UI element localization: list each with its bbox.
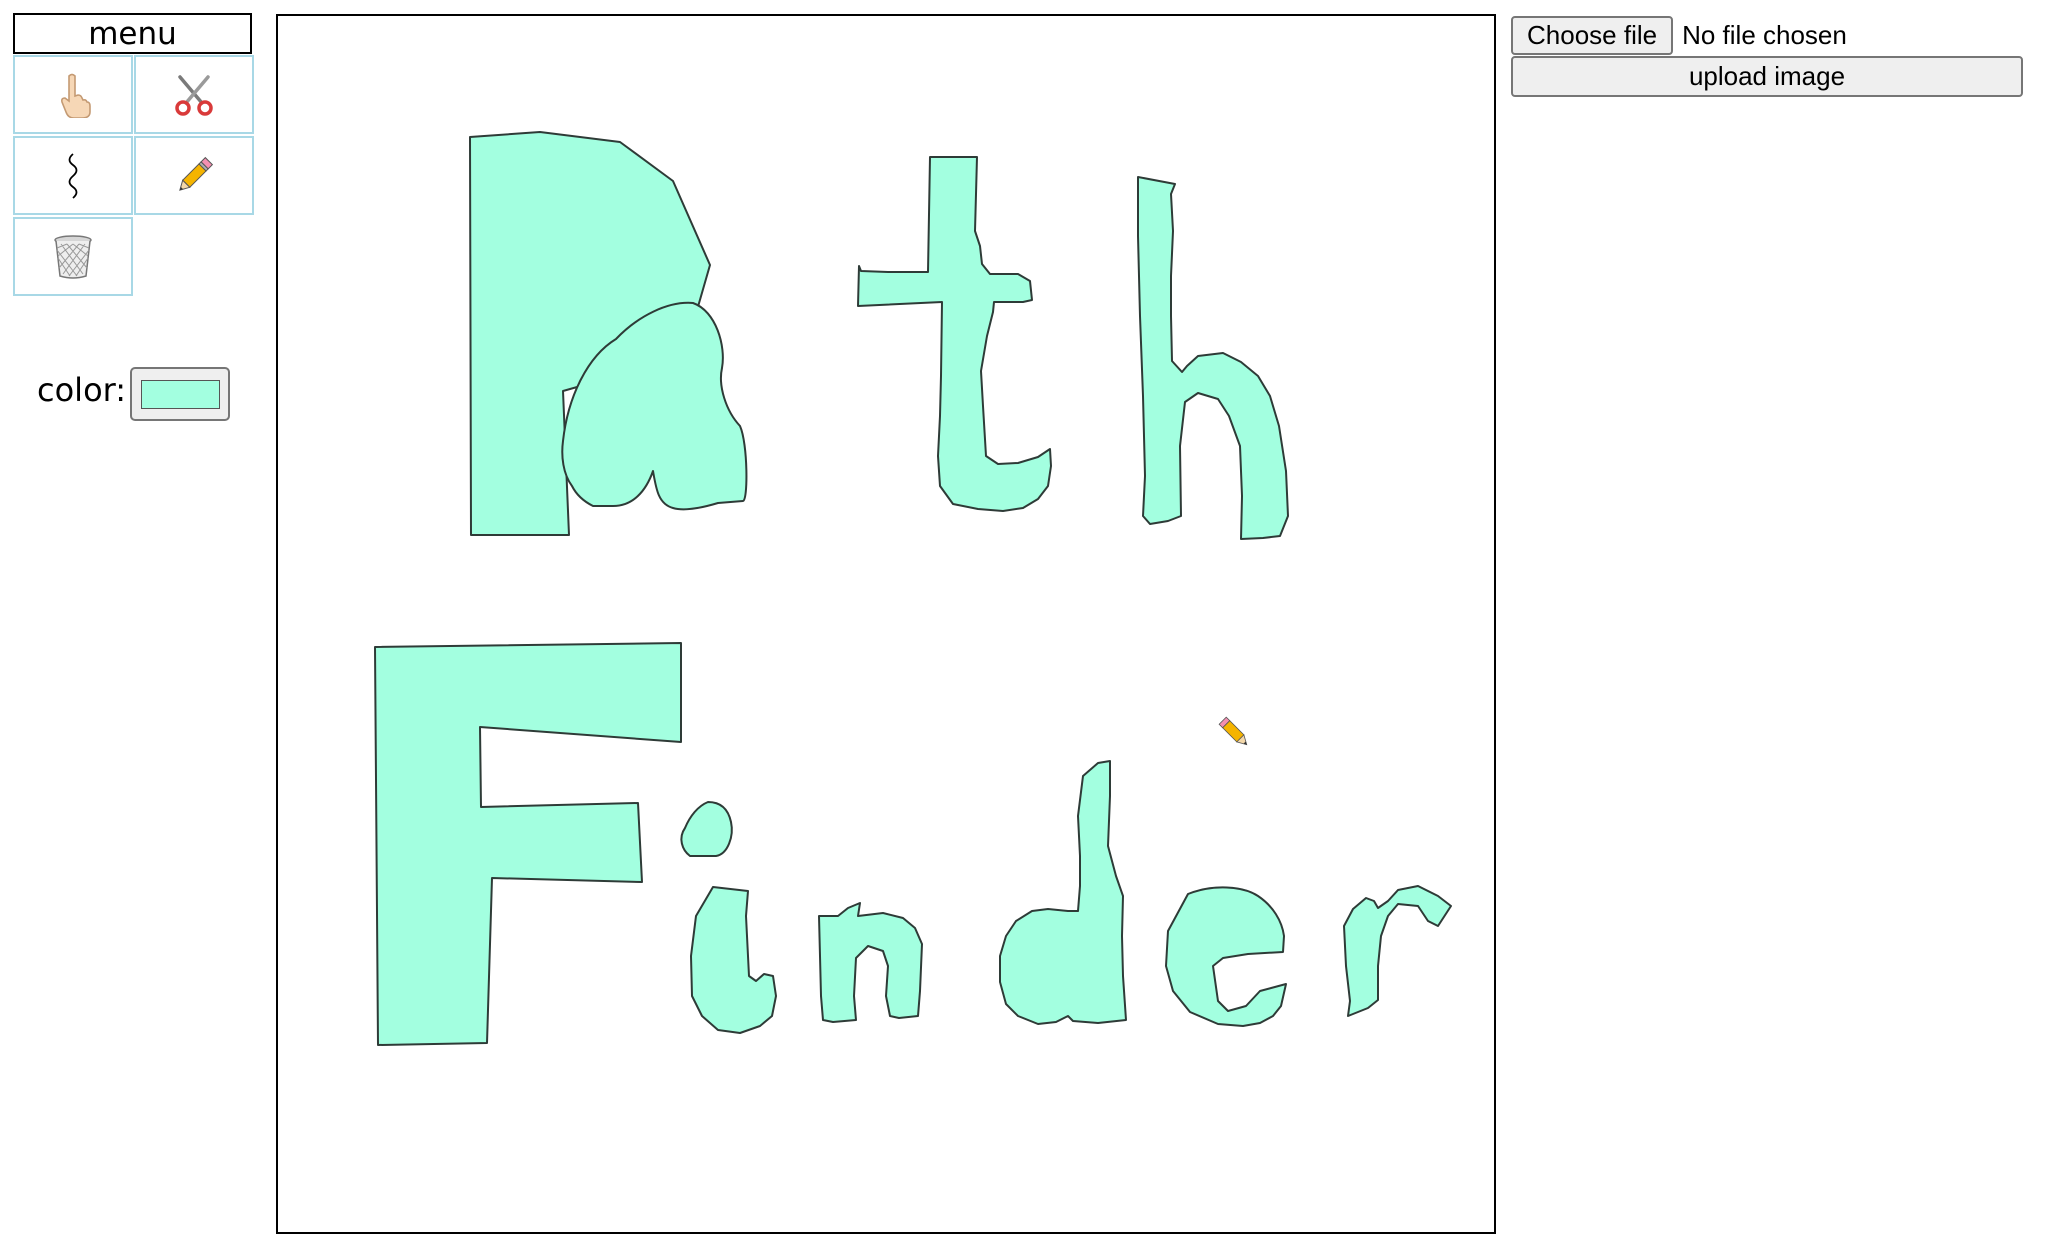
drawing-canvas[interactable] [276, 14, 1496, 1234]
tool-pencil-button[interactable] [134, 136, 254, 215]
canvas-shapes [374, 131, 1452, 1046]
tool-trash-button[interactable] [13, 217, 133, 296]
color-label: color: [37, 371, 127, 409]
shape-letter-t[interactable] [857, 156, 1052, 512]
tool-pointer-button[interactable] [13, 55, 133, 134]
shape-letter-i-dot[interactable] [680, 801, 733, 857]
choose-file-button[interactable]: Choose file [1511, 16, 1674, 55]
tool-scissors-button[interactable] [134, 55, 254, 134]
file-status-text: No file chosen [1682, 20, 1847, 50]
squiggle-path-icon [68, 152, 78, 199]
color-swatch [141, 380, 220, 409]
shape-letter-h[interactable] [1137, 176, 1289, 540]
shape-letter-e[interactable] [1165, 886, 1287, 1027]
upload-image-button[interactable]: upload image [1511, 56, 2023, 97]
shape-letter-i-body[interactable] [690, 886, 777, 1034]
pointing-hand-icon [61, 73, 91, 118]
pencil-cursor-icon [1218, 716, 1248, 746]
menu-header: menu [13, 13, 252, 54]
shape-letter-r[interactable] [1343, 885, 1452, 1017]
shape-letter-d[interactable] [999, 760, 1127, 1025]
scissors-icon [175, 74, 213, 116]
file-input: Choose file No file chosen [1511, 15, 1847, 56]
pencil-icon [179, 156, 214, 191]
tool-path-button[interactable] [13, 136, 133, 215]
color-picker[interactable] [130, 367, 230, 421]
trash-can-icon [54, 234, 92, 279]
shape-letter-n[interactable] [818, 902, 923, 1023]
shape-letter-f[interactable] [374, 642, 682, 1046]
